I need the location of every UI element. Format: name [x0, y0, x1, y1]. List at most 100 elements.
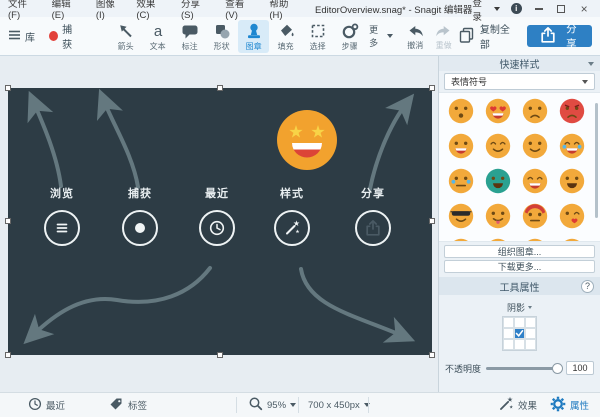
- emoji-stamp-partial-4[interactable]: [559, 238, 585, 242]
- emoji-stamp-cry[interactable]: [448, 168, 474, 194]
- chevron-down-icon: [494, 7, 500, 11]
- selection-handle[interactable]: [5, 85, 11, 91]
- emoji-stamp-kiss[interactable]: [559, 203, 585, 229]
- opacity-slider-knob[interactable]: [552, 363, 563, 374]
- close-button[interactable]: ×: [578, 3, 590, 15]
- more-tools-button[interactable]: 更多: [369, 23, 393, 49]
- star-struck-emoji-stamp[interactable]: [275, 108, 339, 175]
- tool-text-tool[interactable]: a 文本: [142, 20, 173, 53]
- opacity-label: 不透明度: [445, 362, 481, 375]
- canvas-nav-share: 分享: [335, 185, 411, 246]
- emoji-stamp-neutral[interactable]: [448, 98, 474, 124]
- shadow-direction-cell[interactable]: [514, 317, 525, 328]
- stamp-tool-icon: [245, 22, 263, 40]
- canvas-nav-label: 样式: [280, 185, 304, 201]
- undo-button[interactable]: 撤消: [401, 21, 429, 52]
- notification-icon[interactable]: i: [511, 3, 522, 14]
- selection-handle[interactable]: [217, 352, 223, 358]
- maximize-icon: [557, 5, 565, 13]
- tool-label: 填充: [278, 41, 294, 52]
- selection-handle[interactable]: [429, 352, 435, 358]
- shadow-direction-cell[interactable]: [503, 339, 514, 350]
- tool-label: 步骤: [342, 41, 358, 52]
- organize-stamps-button[interactable]: 组织图章...: [444, 245, 595, 258]
- emoji-stamp-cool[interactable]: [448, 203, 474, 229]
- tool-select-tool[interactable]: 选择: [302, 20, 333, 53]
- selection-handle[interactable]: [429, 85, 435, 91]
- selection-handle[interactable]: [429, 218, 435, 224]
- gallery-scrollbar[interactable]: [595, 103, 598, 218]
- sign-in-label: 登录: [472, 0, 491, 23]
- capture-button[interactable]: 捕获: [49, 21, 80, 51]
- redo-icon: [435, 23, 453, 39]
- tool-step-tool[interactable]: 步骤: [334, 20, 365, 53]
- canvas-nav-label: 最近: [205, 185, 229, 201]
- emoji-stamp-sad[interactable]: [522, 98, 548, 124]
- emoji-stamp-smirk[interactable]: [522, 133, 548, 159]
- emoji-stamp-sick[interactable]: [485, 168, 511, 194]
- emoji-stamp-tongue[interactable]: [485, 203, 511, 229]
- callout-tool-icon: [181, 22, 199, 40]
- tags-button[interactable]: 标签: [108, 393, 147, 417]
- status-bar: 最近 标签 95% 700 x 450px 效果 属性: [0, 392, 600, 417]
- selection-handle[interactable]: [5, 218, 11, 224]
- tool-fill-tool[interactable]: 填充: [270, 20, 301, 53]
- tool-arrow-tool[interactable]: 箭头: [110, 20, 141, 53]
- shadow-direction-cell[interactable]: [503, 328, 514, 339]
- canvas-image[interactable]: 浏览 捕获 最近 样式 分享: [8, 88, 432, 355]
- emoji-stamp-blush[interactable]: [485, 133, 511, 159]
- zoom-dropdown[interactable]: 95%: [248, 393, 296, 417]
- share-icon: [355, 210, 391, 246]
- maximize-button[interactable]: [555, 3, 567, 15]
- selection-handle[interactable]: [5, 352, 11, 358]
- minimize-button[interactable]: [533, 3, 545, 15]
- shadow-direction-cell[interactable]: [525, 317, 536, 328]
- share-button[interactable]: 分享: [527, 25, 592, 47]
- tool-shape-tool[interactable]: 形状: [206, 20, 237, 53]
- shadow-direction-cell[interactable]: [525, 339, 536, 350]
- shadow-control-label[interactable]: 阴影: [439, 301, 600, 314]
- canvas-nav-label: 浏览: [50, 185, 74, 201]
- stamp-category-dropdown[interactable]: 表情符号: [444, 73, 595, 90]
- canvas-nav-wand: 样式: [254, 185, 330, 246]
- redo-button[interactable]: 重做: [429, 21, 457, 52]
- emoji-stamp-laugh[interactable]: [522, 168, 548, 194]
- download-more-button[interactable]: 下载更多...: [444, 260, 595, 273]
- record-icon: [122, 210, 158, 246]
- copy-all-button[interactable]: 复制全部: [458, 21, 515, 51]
- opacity-slider[interactable]: [486, 367, 561, 370]
- canvas-size-dropdown[interactable]: 700 x 450px: [308, 393, 370, 417]
- canvas-nav-clock: 最近: [179, 185, 255, 246]
- emoji-stamp-grin[interactable]: [448, 133, 474, 159]
- emoji-stamp-joy[interactable]: [559, 133, 585, 159]
- help-button[interactable]: ?: [581, 280, 594, 293]
- category-selected-value: 表情符号: [451, 75, 487, 88]
- emoji-stamp-love[interactable]: [485, 98, 511, 124]
- emoji-stamp-angry[interactable]: [559, 98, 585, 124]
- canvas-nav-record: 捕获: [102, 185, 178, 246]
- emoji-stamp-headband[interactable]: [522, 203, 548, 229]
- tool-label: 标注: [182, 41, 198, 52]
- quick-styles-header[interactable]: 快速样式: [439, 56, 600, 71]
- window-title: EditorOverview.snag* - Snagit 编辑器: [315, 2, 472, 16]
- recent-captures-button[interactable]: 最近: [28, 393, 65, 417]
- emoji-stamp-partial-2[interactable]: [485, 238, 511, 242]
- shadow-direction-cell[interactable]: [503, 317, 514, 328]
- opacity-value-input[interactable]: 100: [566, 361, 594, 375]
- effects-button[interactable]: 效果: [498, 393, 537, 417]
- emoji-stamp-partial-3[interactable]: [522, 238, 548, 242]
- shadow-direction-cell-selected[interactable]: [514, 328, 525, 339]
- selection-handle[interactable]: [217, 85, 223, 91]
- menu-2[interactable]: 编辑(E): [50, 0, 85, 22]
- tool-callout-tool[interactable]: 标注: [174, 20, 205, 53]
- shadow-direction-cell[interactable]: [525, 328, 536, 339]
- shadow-direction-cell[interactable]: [514, 339, 525, 350]
- menu-1[interactable]: 文件(F): [6, 0, 41, 22]
- properties-button[interactable]: 属性: [550, 393, 589, 417]
- tool-stamp-tool[interactable]: 图章: [238, 20, 269, 53]
- emoji-stamp-partial-1[interactable]: [448, 238, 474, 242]
- library-button[interactable]: 库: [8, 29, 35, 44]
- sign-in-menu[interactable]: 登录: [472, 0, 500, 23]
- emoji-stamp-shock[interactable]: [559, 168, 585, 194]
- hamburger-icon: [8, 29, 21, 44]
